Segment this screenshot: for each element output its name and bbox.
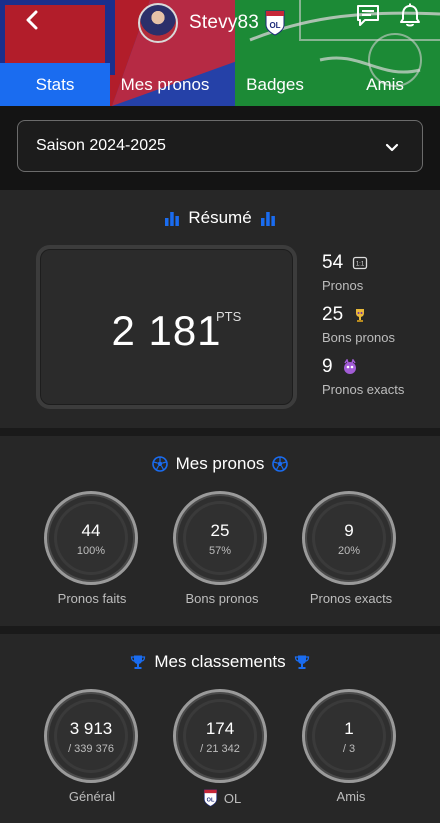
points-value: 2 181 xyxy=(111,307,222,354)
score-icon: 1:1 xyxy=(352,256,368,270)
circle-subvalue: 20% xyxy=(337,545,361,557)
season-selected-value: Saison 2024-2025 xyxy=(36,137,166,154)
stat-circle: 44 100% xyxy=(44,491,138,585)
stat-label: Bons pronos xyxy=(322,330,395,345)
circle-subvalue: 100% xyxy=(76,545,106,557)
messages-button[interactable] xyxy=(355,3,381,29)
points-unit: PTS xyxy=(216,309,242,324)
profile-header: Stevy83 OL Stats Mes pronos Badges Amis xyxy=(0,0,440,106)
trophy-icon xyxy=(294,655,309,669)
mes-pronos-section: Mes pronos 44 100% 25 57% 9 20% Pronos f… xyxy=(0,436,440,626)
circle-subvalue: / 3 xyxy=(342,743,356,755)
mes-pronos-heading: Mes pronos xyxy=(0,452,440,476)
bar-chart-icon xyxy=(260,212,275,226)
ranking-circle-amis[interactable]: 1 / 3 xyxy=(302,689,396,783)
stat-value: 25 xyxy=(322,304,344,325)
username: Stevy83 xyxy=(189,12,260,33)
purple-creature-icon xyxy=(343,359,356,374)
profile-tabs: Stats Mes pronos Badges Amis xyxy=(0,63,440,106)
chevron-left-icon xyxy=(26,10,38,30)
trophy-icon xyxy=(356,309,365,322)
ol-club-badge-icon: OL xyxy=(265,10,285,36)
stat-circle: 9 20% xyxy=(302,491,396,585)
avatar xyxy=(138,3,178,43)
circle-label: Bons pronos xyxy=(185,591,259,606)
circle-value: 25 xyxy=(210,521,230,540)
mes-classements-section: Mes classements 3 913 / 339 376 174 / 21… xyxy=(0,634,440,823)
stat-pronos: 54 1:1 Pronos xyxy=(322,250,404,302)
svg-text:OL: OL xyxy=(270,21,281,30)
circle-label: OL xyxy=(223,790,242,806)
ol-club-badge-icon: OL xyxy=(203,789,217,807)
svg-text:1:1: 1:1 xyxy=(356,262,365,268)
user-profile[interactable]: Stevy83 OL xyxy=(138,3,285,43)
chevron-down-icon xyxy=(385,143,399,152)
ranking-circle-general[interactable]: 3 913 / 339 376 xyxy=(44,689,138,783)
resume-title: Résumé xyxy=(188,208,252,227)
season-select[interactable]: Saison 2024-2025 xyxy=(17,120,423,172)
tab-badges[interactable]: Badges xyxy=(220,63,330,106)
circle-value: 9 xyxy=(344,521,354,540)
resume-section: Résumé 2 181 PTS 54 1:1 Pronos 25 Bons p… xyxy=(0,190,440,428)
stat-circle: 25 57% xyxy=(173,491,267,585)
resume-stats: 54 1:1 Pronos 25 Bons pronos 9 Pronos ex… xyxy=(322,250,404,406)
tab-amis[interactable]: Amis xyxy=(330,63,440,106)
bell-icon xyxy=(400,3,420,27)
circle-label: Général xyxy=(68,789,116,804)
circle-subvalue: / 339 376 xyxy=(68,743,114,755)
stat-label: Pronos exacts xyxy=(322,382,405,397)
notifications-button[interactable] xyxy=(398,3,422,29)
season-filter-area: Saison 2024-2025 xyxy=(0,106,440,190)
svg-text:OL: OL xyxy=(206,797,214,803)
tab-stats[interactable]: Stats xyxy=(0,63,110,106)
bar-chart-icon xyxy=(165,212,180,226)
stat-value: 54 xyxy=(322,252,344,273)
resume-heading: Résumé xyxy=(0,206,440,230)
circle-subvalue: / 21 342 xyxy=(200,743,240,755)
pronos-circles: 44 100% 25 57% 9 20% Pronos faits Bons p… xyxy=(0,491,440,611)
mes-classements-heading: Mes classements xyxy=(0,650,440,674)
circle-label: Amis xyxy=(336,789,366,804)
circle-value: 1 xyxy=(344,719,354,738)
stat-pronos-exacts: 9 Pronos exacts xyxy=(322,354,404,406)
mes-classements-title: Mes classements xyxy=(154,652,286,671)
trophy-icon xyxy=(131,655,146,669)
circle-value: 44 xyxy=(81,521,101,540)
circle-subvalue: 57% xyxy=(208,545,232,557)
circle-label: Pronos exacts xyxy=(309,591,393,606)
circle-value: 3 913 xyxy=(69,719,113,738)
back-button[interactable] xyxy=(18,6,46,34)
circle-label: Pronos faits xyxy=(57,591,127,606)
stat-label: Pronos xyxy=(322,278,364,293)
soccer-ball-icon xyxy=(151,456,168,472)
mes-pronos-title: Mes pronos xyxy=(175,454,265,473)
soccer-ball-icon xyxy=(272,456,289,472)
circle-value: 174 xyxy=(205,719,235,738)
points-card: 2 181 PTS xyxy=(36,245,297,409)
stat-bons-pronos: 25 Bons pronos xyxy=(322,302,404,354)
classements-circles: 3 913 / 339 376 174 / 21 342 1 / 3 Génér… xyxy=(0,689,440,809)
tab-mes-pronos[interactable]: Mes pronos xyxy=(110,63,220,106)
chat-icon xyxy=(357,5,379,26)
stat-value: 9 xyxy=(322,356,333,377)
ranking-circle-ol[interactable]: 174 / 21 342 xyxy=(173,689,267,783)
circle-label-ol: OL OL xyxy=(157,789,287,807)
